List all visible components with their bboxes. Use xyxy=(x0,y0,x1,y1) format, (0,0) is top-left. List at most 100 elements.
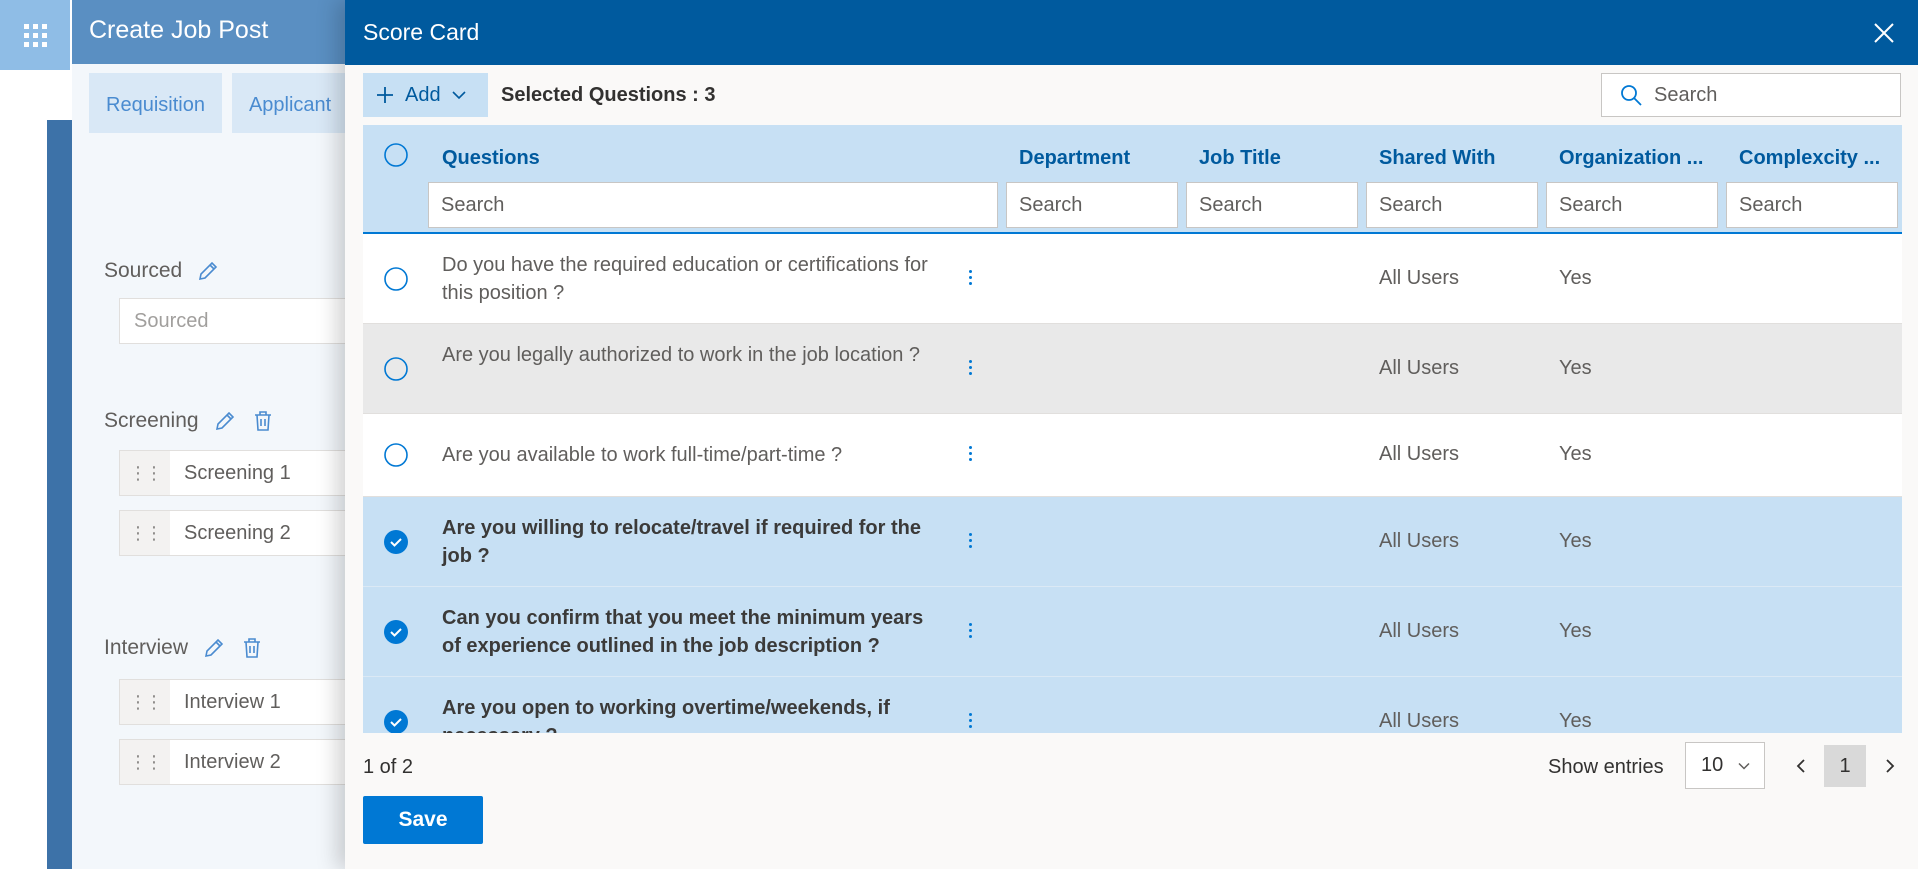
questions-grid: Questions Department Job Title Shared Wi… xyxy=(363,125,1902,733)
question-text: Are you legally authorized to work in th… xyxy=(442,344,921,366)
stage-name: Screening 2 xyxy=(184,521,291,544)
dialog-title: Score Card xyxy=(363,19,480,45)
job-post-tabs: Requisition Applicant xyxy=(72,64,362,133)
save-button[interactable]: Save xyxy=(363,796,483,844)
column-header-questions[interactable]: Questions xyxy=(442,147,540,170)
interview-label-text: Interview xyxy=(104,636,189,659)
organization-cell: Yes xyxy=(1559,357,1592,379)
question-text: Do you have the required education or ce… xyxy=(442,254,928,304)
waffle-icon xyxy=(23,23,47,47)
entries-value: 10 xyxy=(1701,754,1724,776)
screening-label-text: Screening xyxy=(104,409,199,432)
more-options-icon[interactable] xyxy=(964,270,976,285)
row-checkbox-checked[interactable] xyxy=(383,619,409,645)
more-options-icon[interactable] xyxy=(964,533,976,548)
delete-icon[interactable] xyxy=(240,636,264,660)
drag-handle-icon[interactable]: ⋮⋮ xyxy=(120,740,170,784)
question-text: Are you available to work full-time/part… xyxy=(442,444,843,466)
close-button[interactable] xyxy=(1869,18,1899,48)
interview-stage-item[interactable]: ⋮⋮ Interview 2 xyxy=(119,739,379,785)
score-card-dialog: Score Card Add Selected Questions : 3 Se… xyxy=(345,0,1918,869)
dialog-toolbar: Add Selected Questions : 3 Search xyxy=(363,73,1901,117)
table-row[interactable]: Do you have the required education or ce… xyxy=(363,234,1902,324)
drag-handle-icon[interactable]: ⋮⋮ xyxy=(120,451,170,495)
previous-page-button[interactable] xyxy=(1789,754,1813,778)
table-row[interactable]: Can you confirm that you meet the minimu… xyxy=(363,587,1902,677)
more-options-icon[interactable] xyxy=(964,623,976,638)
stage-name: Interview 1 xyxy=(184,690,281,713)
drag-handle-icon[interactable]: ⋮⋮ xyxy=(120,680,170,724)
page-number-button[interactable]: 1 xyxy=(1824,745,1866,787)
table-row[interactable]: Are you available to work full-time/part… xyxy=(363,414,1902,497)
chevron-left-icon xyxy=(1796,759,1805,773)
select-all-checkbox[interactable] xyxy=(383,142,409,168)
shared-with-cell: All Users xyxy=(1379,620,1460,642)
column-header-shared-with[interactable]: Shared With xyxy=(1379,147,1496,170)
question-text: Are you willing to relocate/travel if re… xyxy=(442,517,921,567)
more-options-icon[interactable] xyxy=(964,446,976,461)
search-icon xyxy=(1621,85,1642,106)
column-header-department[interactable]: Department xyxy=(1019,147,1130,170)
shared-with-cell: All Users xyxy=(1379,530,1460,552)
organization-cell: Yes xyxy=(1559,530,1592,552)
chevron-down-icon xyxy=(452,91,466,100)
shared-with-cell: All Users xyxy=(1379,357,1460,379)
organization-cell: Yes xyxy=(1559,443,1592,465)
add-button[interactable]: Add xyxy=(363,73,488,117)
create-job-post-panel: Create Job Post Requisition Applicant So… xyxy=(72,0,379,869)
organization-cell: Yes xyxy=(1559,710,1592,732)
interview-stage-item[interactable]: ⋮⋮ Interview 1 xyxy=(119,679,379,725)
screening-stage-item[interactable]: ⋮⋮ Screening 1 xyxy=(119,450,379,496)
job-title-filter-input[interactable]: Search xyxy=(1186,182,1358,228)
row-checkbox-checked[interactable] xyxy=(383,529,409,555)
drag-handle-icon[interactable]: ⋮⋮ xyxy=(120,511,170,555)
delete-icon[interactable] xyxy=(251,409,275,433)
row-checkbox[interactable] xyxy=(383,356,409,382)
more-options-icon[interactable] xyxy=(964,713,976,728)
plus-icon xyxy=(377,87,393,103)
organization-filter-input[interactable]: Search xyxy=(1546,182,1718,228)
question-text: Can you confirm that you meet the minimu… xyxy=(442,607,924,657)
screening-stage-label: Screening xyxy=(104,409,275,433)
show-entries-label: Show entries xyxy=(1548,756,1664,778)
sourced-label-text: Sourced xyxy=(104,259,183,282)
table-row[interactable]: Are you legally authorized to work in th… xyxy=(363,324,1902,414)
tab-requisition[interactable]: Requisition xyxy=(89,73,222,133)
organization-cell: Yes xyxy=(1559,620,1592,642)
row-checkbox[interactable] xyxy=(383,442,409,468)
edit-icon[interactable] xyxy=(213,409,237,433)
grid-header: Questions Department Job Title Shared Wi… xyxy=(363,125,1902,234)
add-label: Add xyxy=(405,83,441,106)
questions-filter-input[interactable]: Search xyxy=(428,182,998,228)
shared-with-cell: All Users xyxy=(1379,443,1460,465)
tab-applicant[interactable]: Applicant xyxy=(231,73,349,133)
question-text: Are you open to working overtime/weekend… xyxy=(442,697,890,733)
entries-per-page-select[interactable]: 10 xyxy=(1685,742,1765,789)
stage-name: Interview 2 xyxy=(184,750,281,773)
interview-stage-label: Interview xyxy=(104,636,264,660)
close-icon xyxy=(1874,22,1894,43)
next-page-button[interactable] xyxy=(1878,754,1902,778)
screening-stage-item[interactable]: ⋮⋮ Screening 2 xyxy=(119,510,379,556)
global-search-input[interactable]: Search xyxy=(1601,73,1901,117)
row-checkbox[interactable] xyxy=(383,266,409,292)
chevron-right-icon xyxy=(1886,759,1895,773)
page-info: 1 of 2 xyxy=(363,756,414,778)
sourced-input[interactable]: Sourced xyxy=(119,298,379,344)
complexity-filter-input[interactable]: Search xyxy=(1726,182,1898,228)
selected-questions-count: Selected Questions : 3 xyxy=(501,84,716,106)
shared-with-cell: All Users xyxy=(1379,710,1460,732)
column-header-complexity[interactable]: Complexcity ... xyxy=(1739,147,1880,170)
table-row[interactable]: Are you open to working overtime/weekend… xyxy=(363,677,1902,733)
more-options-icon[interactable] xyxy=(964,360,976,375)
column-header-organization[interactable]: Organization ... xyxy=(1559,147,1703,170)
edit-icon[interactable] xyxy=(196,259,220,283)
left-nav-rail xyxy=(47,120,72,869)
table-row[interactable]: Are you willing to relocate/travel if re… xyxy=(363,497,1902,587)
app-launcher[interactable] xyxy=(0,0,70,70)
shared-with-filter-input[interactable]: Search xyxy=(1366,182,1538,228)
edit-icon[interactable] xyxy=(202,636,226,660)
row-checkbox-checked[interactable] xyxy=(383,709,409,733)
column-header-job-title[interactable]: Job Title xyxy=(1199,147,1281,170)
department-filter-input[interactable]: Search xyxy=(1006,182,1178,228)
